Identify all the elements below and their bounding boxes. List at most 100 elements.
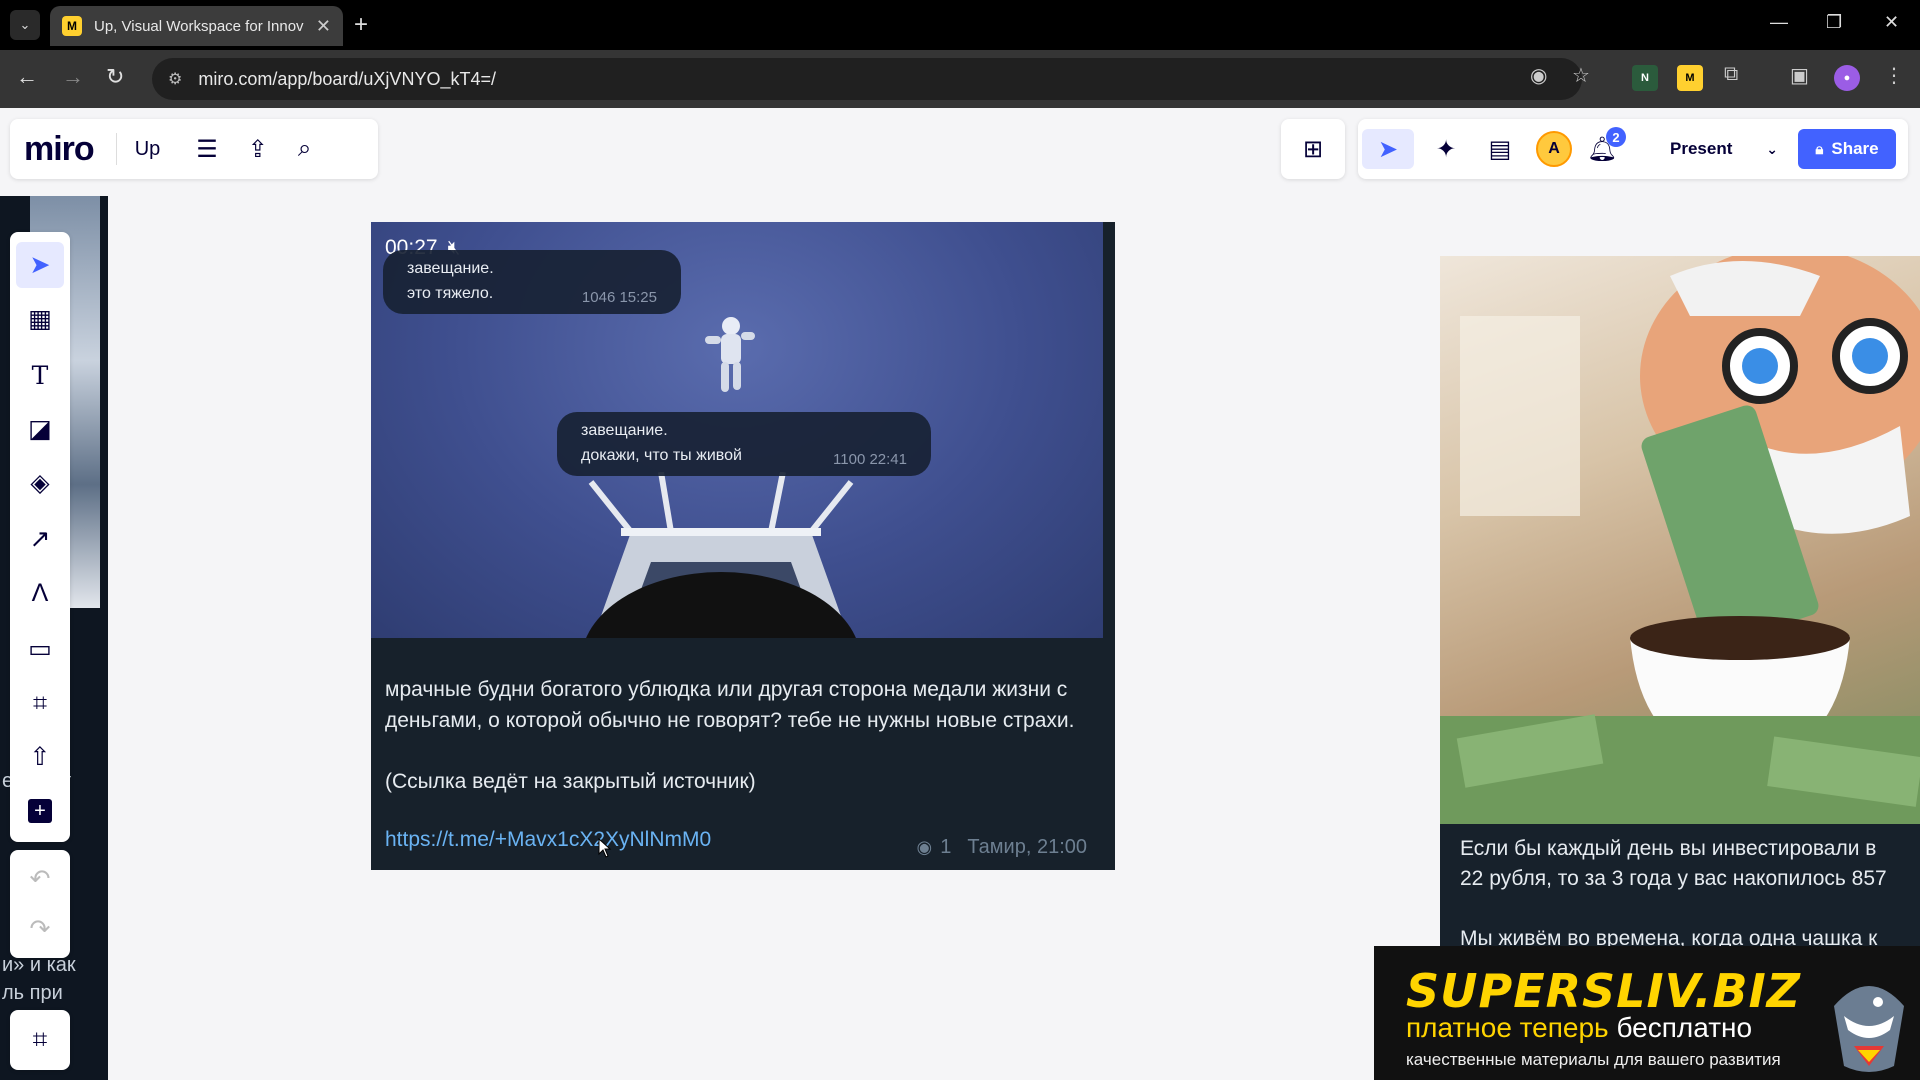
watermark-banner: SUPERSLIV.BIZ платное теперь бесплатно к… [1374, 946, 1920, 1080]
frame-tool[interactable]: ⌗ [16, 680, 64, 726]
shapes-tool[interactable]: ◈ [16, 460, 64, 506]
browser-menu-icon[interactable]: ⋮ [1884, 63, 1904, 88]
chevron-down-icon[interactable]: ⌄ [1766, 141, 1778, 158]
collaboration-toolbar: ➤ ✦ ▤ A 🔔︎ 2 Present ⌄ 🔒︎ Share [1358, 119, 1908, 179]
post-text-note: (Ссылка ведёт на закрытый источник) [385, 770, 756, 793]
lock-icon: 🔒︎ [1815, 140, 1824, 158]
watermark-tagline: платное теперь бесплатно [1406, 1012, 1752, 1044]
bubble1-meta: 1046 15:25 [581, 289, 657, 306]
post-body: мрачные будни богатого ублюдка или друга… [385, 674, 1095, 797]
templates-tool[interactable]: ▦ [16, 296, 64, 342]
profile-avatar-icon[interactable]: ● [1834, 65, 1860, 91]
bookmark-star-icon[interactable]: ☆ [1572, 63, 1590, 88]
post-views: 1 [940, 836, 952, 858]
post-meta: ◉ 1 Тамир, 21:00 [917, 836, 1088, 859]
plus-square-icon: + [28, 799, 52, 823]
frames-icon: ⌗ [32, 1024, 48, 1054]
post2-line1: Если бы каждый день вы инвестировали в [1460, 837, 1877, 860]
miro-board-header: miro Up ☰ ⇪ ⌕ [10, 119, 378, 179]
window-close-icon[interactable]: ✕ [1884, 12, 1899, 33]
text-tool[interactable]: T [16, 352, 64, 398]
sticky-note-tool[interactable]: ◪ [16, 406, 64, 452]
views-eye-icon: ◉ [916, 837, 933, 857]
arrow-line-icon: ↗ [29, 525, 51, 553]
sticky-note-icon: ◪ [28, 415, 52, 443]
forward-icon[interactable]: → [62, 64, 84, 90]
redo-button[interactable]: ↷ [16, 906, 64, 952]
restore-icon[interactable]: ❐ [1826, 12, 1842, 33]
pointer-icon: ➤ [29, 251, 51, 279]
more-tools[interactable]: + [16, 788, 64, 834]
bubble2-meta: 1100 22:41 [833, 451, 907, 468]
undo-redo-toolbar: ↶ ↷ [10, 850, 70, 958]
frames-panel-button[interactable]: ⌗ [10, 1010, 70, 1070]
old-man-coffee-illustration [1440, 256, 1920, 824]
capsule-hatch-image [586, 472, 856, 638]
cursor-follow-button[interactable]: ➤ [1362, 129, 1414, 169]
video-player[interactable]: 00:27 🔇︎ завещание. это тяжело. 1046 15:… [371, 222, 1103, 638]
browser-tab-bar: ⌄ M Up, Visual Workspace for Innov ✕ + —… [0, 0, 1920, 50]
bubble2-line1: завещание. [581, 422, 668, 439]
telegram-post-card[interactable]: 00:27 🔇︎ завещание. это тяжело. 1046 15:… [371, 222, 1115, 870]
browser-tab-active[interactable]: M Up, Visual Workspace for Innov ✕ [50, 6, 343, 46]
astronaut-figure [705, 317, 755, 392]
url-bar[interactable]: ⚙ miro.com/app/board/uXjVNYO_kT4=/ [152, 58, 1582, 100]
pen-tool[interactable]: Λ [16, 570, 64, 616]
comment-icon: ▭ [28, 635, 52, 663]
reactions-button[interactable]: ✦ [1424, 129, 1468, 169]
party-popper-icon: ✦ [1435, 135, 1457, 163]
board-name[interactable]: Up [135, 138, 161, 161]
search-icon[interactable]: ⌕ [298, 135, 311, 163]
export-upload-icon[interactable]: ⇪ [248, 135, 268, 164]
miro-extension-icon[interactable]: M [1677, 65, 1703, 91]
miro-logo[interactable]: miro [24, 130, 95, 169]
new-tab-button[interactable]: + [354, 12, 368, 38]
tagline-yellow: платное теперь [1406, 1012, 1609, 1043]
browser-address-bar: ← → ↻ ⚙ miro.com/app/board/uXjVNYO_kT4=/… [0, 50, 1920, 108]
notifications-badge: 2 [1606, 127, 1626, 147]
post2-illustration [1440, 256, 1920, 824]
side-panel-icon[interactable]: ▣ [1790, 63, 1809, 88]
extensions-puzzle-icon[interactable]: ⧉ [1724, 63, 1738, 86]
tab-close-icon[interactable]: ✕ [316, 16, 331, 37]
comments-button[interactable]: ▤ [1478, 129, 1522, 169]
apps-grid-icon: ⊞ [1302, 135, 1324, 163]
watermark-subline: качественные материалы для вашего развит… [1406, 1050, 1781, 1069]
back-icon[interactable]: ← [16, 64, 38, 90]
bubble1-line1: завещание. [407, 260, 494, 277]
chat-bubble-1: завещание. это тяжело. 1046 15:25 [383, 250, 681, 314]
minimize-icon[interactable]: — [1770, 12, 1788, 33]
shapes-icon: ◈ [30, 469, 50, 497]
select-tool[interactable]: ➤ [16, 242, 64, 288]
undo-icon: ↶ [29, 865, 51, 893]
undo-button[interactable]: ↶ [16, 856, 64, 902]
frame-icon: ⌗ [32, 688, 48, 717]
tab-search-button[interactable]: ⌄ [10, 10, 40, 40]
comment-tool[interactable]: ▭ [16, 626, 64, 672]
extension-new-icon[interactable]: N [1632, 65, 1658, 91]
apps-button[interactable]: ⊞ [1281, 119, 1345, 179]
template-icon: ▦ [28, 305, 52, 333]
present-label: Present [1670, 139, 1733, 158]
eye-icon[interactable]: ◉ [1530, 63, 1547, 88]
redo-icon: ↷ [29, 915, 51, 943]
chevron-down-icon: ⌄ [19, 17, 31, 32]
post-text-main: мрачные будни богатого ублюдка или друга… [385, 678, 1075, 732]
cursor-flag-icon: ➤ [1377, 135, 1399, 163]
reload-icon[interactable]: ↻ [106, 64, 124, 90]
post-author-time: Тамир, 21:00 [967, 836, 1087, 858]
share-button[interactable]: 🔒︎ Share [1798, 129, 1896, 169]
creation-toolbar: ➤ ▦ T ◪ ◈ ↗ Λ ▭ ⌗ ⇧ + [10, 232, 70, 842]
post-link[interactable]: https://t.me/+Mavx1cX2XyNlNmM0 [385, 828, 711, 852]
shark-mascot-icon [1834, 986, 1904, 1072]
url-text: miro.com/app/board/uXjVNYO_kT4=/ [198, 68, 496, 89]
user-avatar[interactable]: A [1536, 131, 1572, 167]
chat-bubble-2: завещание. докажи, что ты живой 1100 22:… [557, 412, 931, 476]
watermark-logo: SUPERSLIV.BIZ [1406, 964, 1802, 1018]
main-menu-icon[interactable]: ☰ [196, 135, 218, 164]
site-info-icon[interactable]: ⚙ [168, 69, 182, 89]
post2-line2: 22 рубля, то за 3 года у вас накопилось … [1460, 867, 1887, 890]
connection-line-tool[interactable]: ↗ [16, 516, 64, 562]
upload-tool[interactable]: ⇧ [16, 734, 64, 780]
present-button[interactable]: Present ⌄ [1658, 129, 1786, 169]
